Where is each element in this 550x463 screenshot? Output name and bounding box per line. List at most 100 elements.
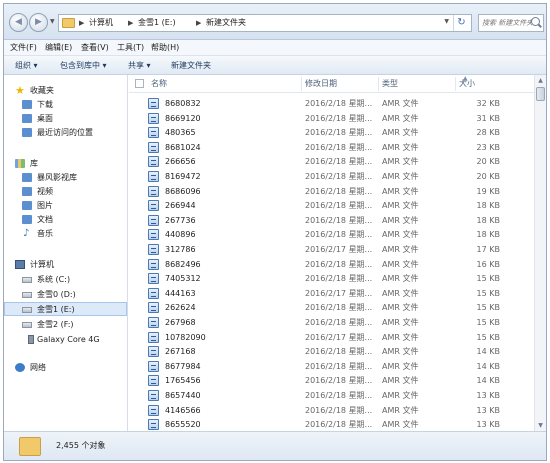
nav-drive-f[interactable]: 金雪2 (F:)	[4, 318, 127, 332]
address-bar[interactable]: ▶ 计算机 ▶ 金雪1 (E:) ▶ 新建文件夹 ▼ ↻	[58, 14, 472, 32]
breadcrumb-separator-icon[interactable]: ▶	[196, 17, 201, 29]
scroll-up-icon[interactable]: ▲	[535, 75, 546, 86]
scroll-thumb[interactable]	[536, 87, 545, 101]
nav-music[interactable]: ♪ 音乐	[4, 227, 127, 241]
search-icon[interactable]	[531, 17, 540, 26]
column-date[interactable]: 修改日期	[305, 78, 337, 90]
menu-view[interactable]: 查看(V)	[81, 42, 109, 54]
nav-phone[interactable]: Galaxy Core 4G	[4, 333, 127, 347]
file-name: 262624	[165, 303, 196, 313]
nav-drive-c[interactable]: 系统 (C:)	[4, 273, 127, 287]
file-row[interactable]: 480365 2016/2/18 星期... AMR 文件 28 KB	[129, 126, 546, 139]
drive-icon	[22, 307, 32, 313]
nav-computer[interactable]: 计算机	[4, 258, 127, 272]
nav-video-library[interactable]: 暴风影视库	[4, 171, 127, 185]
nav-recent-places[interactable]: 最近访问的位置	[4, 126, 127, 140]
column-divider[interactable]	[301, 77, 302, 91]
nav-drive-d-label: 金雪0 (D:)	[37, 290, 76, 299]
desktop-folder-icon	[22, 114, 32, 123]
file-row[interactable]: 440896 2016/2/18 星期... AMR 文件 18 KB	[129, 228, 546, 241]
file-size: 18 KB	[476, 201, 500, 211]
column-name[interactable]: 名称	[151, 78, 167, 90]
file-row[interactable]: 8677984 2016/2/18 星期... AMR 文件 14 KB	[129, 360, 546, 373]
file-size: 18 KB	[476, 230, 500, 240]
nav-documents[interactable]: 文档	[4, 213, 127, 227]
amr-file-icon	[148, 141, 159, 153]
file-row[interactable]: 10782090 2016/2/17 星期... AMR 文件 15 KB	[129, 331, 546, 344]
amr-file-icon	[148, 302, 159, 314]
file-row[interactable]: 4146566 2016/2/18 星期... AMR 文件 13 KB	[129, 404, 546, 417]
organize-button[interactable]: 组织 ▾	[15, 60, 38, 71]
file-row[interactable]: 267968 2016/2/18 星期... AMR 文件 15 KB	[129, 316, 546, 329]
select-all-checkbox[interactable]	[135, 79, 144, 88]
file-row[interactable]: 267168 2016/2/18 星期... AMR 文件 14 KB	[129, 345, 546, 358]
amr-file-icon	[148, 287, 159, 299]
share-button[interactable]: 共享 ▾	[128, 60, 151, 71]
file-row[interactable]: 262624 2016/2/18 星期... AMR 文件 15 KB	[129, 301, 546, 314]
address-dropdown-icon[interactable]: ▼	[444, 18, 449, 25]
nav-pictures[interactable]: 图片	[4, 199, 127, 213]
breadcrumb-drive-e[interactable]: 金雪1 (E:)	[138, 17, 176, 29]
file-row[interactable]: 266656 2016/2/18 星期... AMR 文件 20 KB	[129, 155, 546, 168]
file-name: 267736	[165, 215, 196, 225]
file-row[interactable]: 444163 2016/2/17 星期... AMR 文件 15 KB	[129, 287, 546, 300]
search-input[interactable]	[482, 16, 532, 30]
file-size: 13 KB	[476, 405, 500, 415]
file-type: AMR 文件	[382, 157, 419, 167]
menu-edit[interactable]: 编辑(E)	[45, 42, 72, 54]
nav-favorites[interactable]: ★ 收藏夹	[4, 84, 127, 98]
nav-downloads[interactable]: 下载	[4, 98, 127, 112]
amr-file-icon	[148, 346, 159, 358]
file-size: 14 KB	[476, 361, 500, 371]
file-date: 2016/2/18 星期...	[305, 186, 373, 196]
file-date: 2016/2/18 星期...	[305, 405, 373, 415]
navigation-pane: ★ 收藏夹 下载 桌面 最近访问的位置 库 暴风影视库 视频 图片 文档 ♪ 音…	[4, 75, 128, 431]
column-type[interactable]: 类型	[382, 78, 398, 90]
menu-file[interactable]: 文件(F)	[10, 42, 37, 54]
file-row[interactable]: 267736 2016/2/18 星期... AMR 文件 18 KB	[129, 214, 546, 227]
file-date: 2016/2/18 星期...	[305, 259, 373, 269]
file-size: 15 KB	[476, 274, 500, 284]
include-in-library-button[interactable]: 包含到库中 ▾	[60, 60, 107, 71]
column-divider[interactable]	[455, 77, 456, 91]
file-row[interactable]: 8657440 2016/2/18 星期... AMR 文件 13 KB	[129, 389, 546, 402]
file-row[interactable]: 266944 2016/2/18 星期... AMR 文件 18 KB	[129, 199, 546, 212]
nav-drive-d[interactable]: 金雪0 (D:)	[4, 288, 127, 302]
file-row[interactable]: 8682496 2016/2/18 星期... AMR 文件 16 KB	[129, 258, 546, 271]
file-row[interactable]: 8681024 2016/2/18 星期... AMR 文件 23 KB	[129, 141, 546, 154]
file-row[interactable]: 8669120 2016/2/18 星期... AMR 文件 31 KB	[129, 112, 546, 125]
vertical-scrollbar[interactable]: ▲ ▼	[534, 75, 546, 431]
breadcrumb-separator-icon[interactable]: ▶	[128, 17, 133, 29]
column-divider[interactable]	[378, 77, 379, 91]
nav-libraries[interactable]: 库	[4, 157, 127, 171]
menu-help[interactable]: 帮助(H)	[151, 42, 179, 54]
amr-file-icon	[148, 229, 159, 241]
file-row[interactable]: 8655520 2016/2/18 星期... AMR 文件 13 KB	[129, 418, 546, 431]
file-row[interactable]: 8169472 2016/2/18 星期... AMR 文件 20 KB	[129, 170, 546, 183]
search-box[interactable]	[478, 14, 544, 32]
scroll-down-icon[interactable]: ▼	[535, 420, 546, 431]
nav-desktop[interactable]: 桌面	[4, 112, 127, 126]
file-row[interactable]: 8686096 2016/2/18 星期... AMR 文件 19 KB	[129, 185, 546, 198]
refresh-icon[interactable]: ↻	[453, 15, 469, 31]
amr-file-icon	[148, 98, 159, 109]
file-date: 2016/2/18 星期...	[305, 391, 373, 400]
menu-tools[interactable]: 工具(T)	[117, 42, 144, 54]
forward-button[interactable]: ▶	[29, 13, 48, 32]
breadcrumb-new-folder[interactable]: 新建文件夹	[206, 17, 246, 29]
file-row[interactable]: 8680832 2016/2/18 星期... AMR 文件 32 KB	[129, 97, 546, 110]
nav-drive-e[interactable]: 金雪1 (E:)	[4, 302, 127, 316]
column-size[interactable]: 大小	[459, 78, 475, 90]
history-dropdown-icon[interactable]: ▼	[50, 18, 55, 25]
file-row[interactable]: 312786 2016/2/17 星期... AMR 文件 17 KB	[129, 243, 546, 256]
menu-bar: 文件(F) 编辑(E) 查看(V) 工具(T) 帮助(H)	[4, 40, 546, 56]
file-type: AMR 文件	[382, 376, 419, 386]
new-folder-button[interactable]: 新建文件夹	[171, 60, 211, 71]
nav-videos[interactable]: 视频	[4, 185, 127, 199]
breadcrumb-separator-icon[interactable]: ▶	[79, 17, 84, 29]
breadcrumb-computer[interactable]: 计算机	[89, 17, 113, 29]
back-button[interactable]: ◀	[9, 13, 28, 32]
file-row[interactable]: 7405312 2016/2/18 星期... AMR 文件 15 KB	[129, 272, 546, 285]
nav-network[interactable]: 网络	[4, 361, 127, 375]
file-row[interactable]: 1765456 2016/2/18 星期... AMR 文件 14 KB	[129, 374, 546, 387]
